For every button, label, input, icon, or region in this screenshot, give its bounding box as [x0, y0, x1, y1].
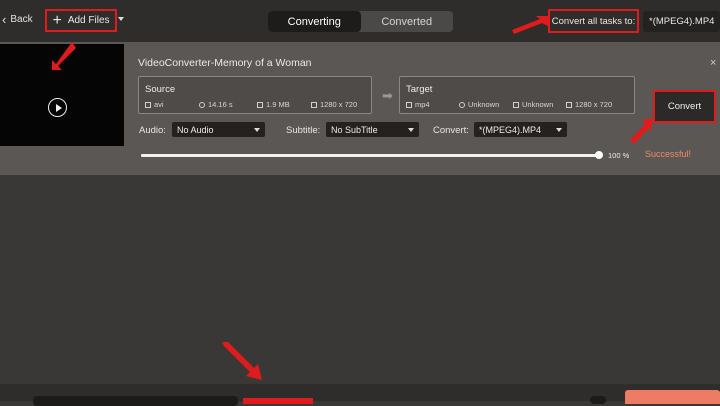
resolution-icon — [311, 101, 317, 108]
progress-knob — [595, 151, 603, 159]
close-icon[interactable]: × — [710, 57, 716, 69]
convert-format-select[interactable]: *(MPEG4).MP4 — [474, 122, 567, 137]
resolution-icon — [566, 101, 572, 108]
convert-button[interactable]: Convert — [653, 90, 716, 123]
target-duration: Unknown — [459, 100, 513, 109]
tab-converting[interactable]: Converting — [268, 11, 361, 32]
annotation-arrow-icon — [222, 342, 262, 380]
convert-all-tasks-label: Convert all tasks to: — [548, 9, 639, 33]
annotation-arrow-icon — [512, 16, 548, 34]
target-label: Target — [406, 84, 433, 95]
convert-format-value: *(MPEG4).MP4 — [479, 124, 542, 135]
source-resolution: 1280 x 720 — [311, 100, 357, 109]
target-size: Unknown — [513, 100, 566, 109]
back-label: Back — [10, 14, 33, 25]
source-format: avi — [145, 100, 199, 109]
convert-all-button[interactable] — [625, 390, 720, 404]
source-label: Source — [145, 84, 176, 95]
chevron-down-icon — [556, 128, 562, 132]
file-icon — [145, 101, 151, 108]
file-icon — [406, 101, 412, 108]
arrow-right-icon: ➡ — [382, 88, 393, 103]
progress-fill — [141, 154, 600, 157]
chevron-left-icon: ‹ — [2, 11, 7, 27]
annotation-arrow-icon — [52, 42, 76, 70]
add-files-button[interactable]: + Add Files — [45, 9, 117, 32]
subtitle-label: Subtitle: — [286, 125, 321, 136]
plus-icon: + — [52, 11, 62, 29]
convert-format-label: Convert: — [433, 125, 469, 136]
output-path-field[interactable] — [33, 396, 238, 406]
source-size: 1.9 MB — [257, 100, 311, 109]
progress-bar — [141, 154, 600, 157]
source-duration: 14.16 s — [199, 100, 257, 109]
annotation-highlight — [243, 398, 313, 404]
target-format: mp4 — [406, 100, 459, 109]
folder-icon — [257, 101, 263, 108]
add-files-label: Add Files — [67, 15, 110, 26]
convert-all-format-value: *(MPEG4).MP4 — [649, 16, 715, 27]
view-tabs: Converting Converted — [268, 11, 453, 32]
audio-label: Audio: — [139, 125, 166, 136]
add-files-dropdown-icon[interactable] — [118, 17, 124, 21]
chevron-down-icon — [408, 128, 414, 132]
clock-icon — [459, 101, 465, 108]
task-title: VideoConverter-Memory of a Woman — [138, 57, 312, 69]
annotation-arrow-icon — [630, 118, 652, 144]
convert-all-format-select[interactable]: *(MPEG4).MP4 — [643, 11, 720, 32]
target-info-box: Target mp4 Unknown Unknown 1280 x 720 — [399, 76, 635, 114]
folder-icon — [513, 101, 519, 108]
progress-percent: 100 % — [608, 151, 630, 160]
clock-icon — [199, 101, 205, 108]
tab-converted[interactable]: Converted — [361, 11, 454, 32]
back-button[interactable]: ‹ Back — [2, 11, 33, 27]
target-resolution: 1280 x 720 — [566, 100, 612, 109]
audio-value: No Audio — [177, 124, 214, 135]
status-text: Successful! — [645, 149, 692, 159]
source-info-box: Source avi 14.16 s 1.9 MB 1280 x 720 — [138, 76, 372, 114]
subtitle-select[interactable]: No SubTitle — [326, 122, 419, 137]
toggle-switch[interactable] — [590, 396, 606, 404]
subtitle-value: No SubTitle — [331, 124, 378, 135]
audio-select[interactable]: No Audio — [172, 122, 265, 137]
chevron-down-icon — [254, 128, 260, 132]
play-icon[interactable] — [48, 98, 67, 117]
